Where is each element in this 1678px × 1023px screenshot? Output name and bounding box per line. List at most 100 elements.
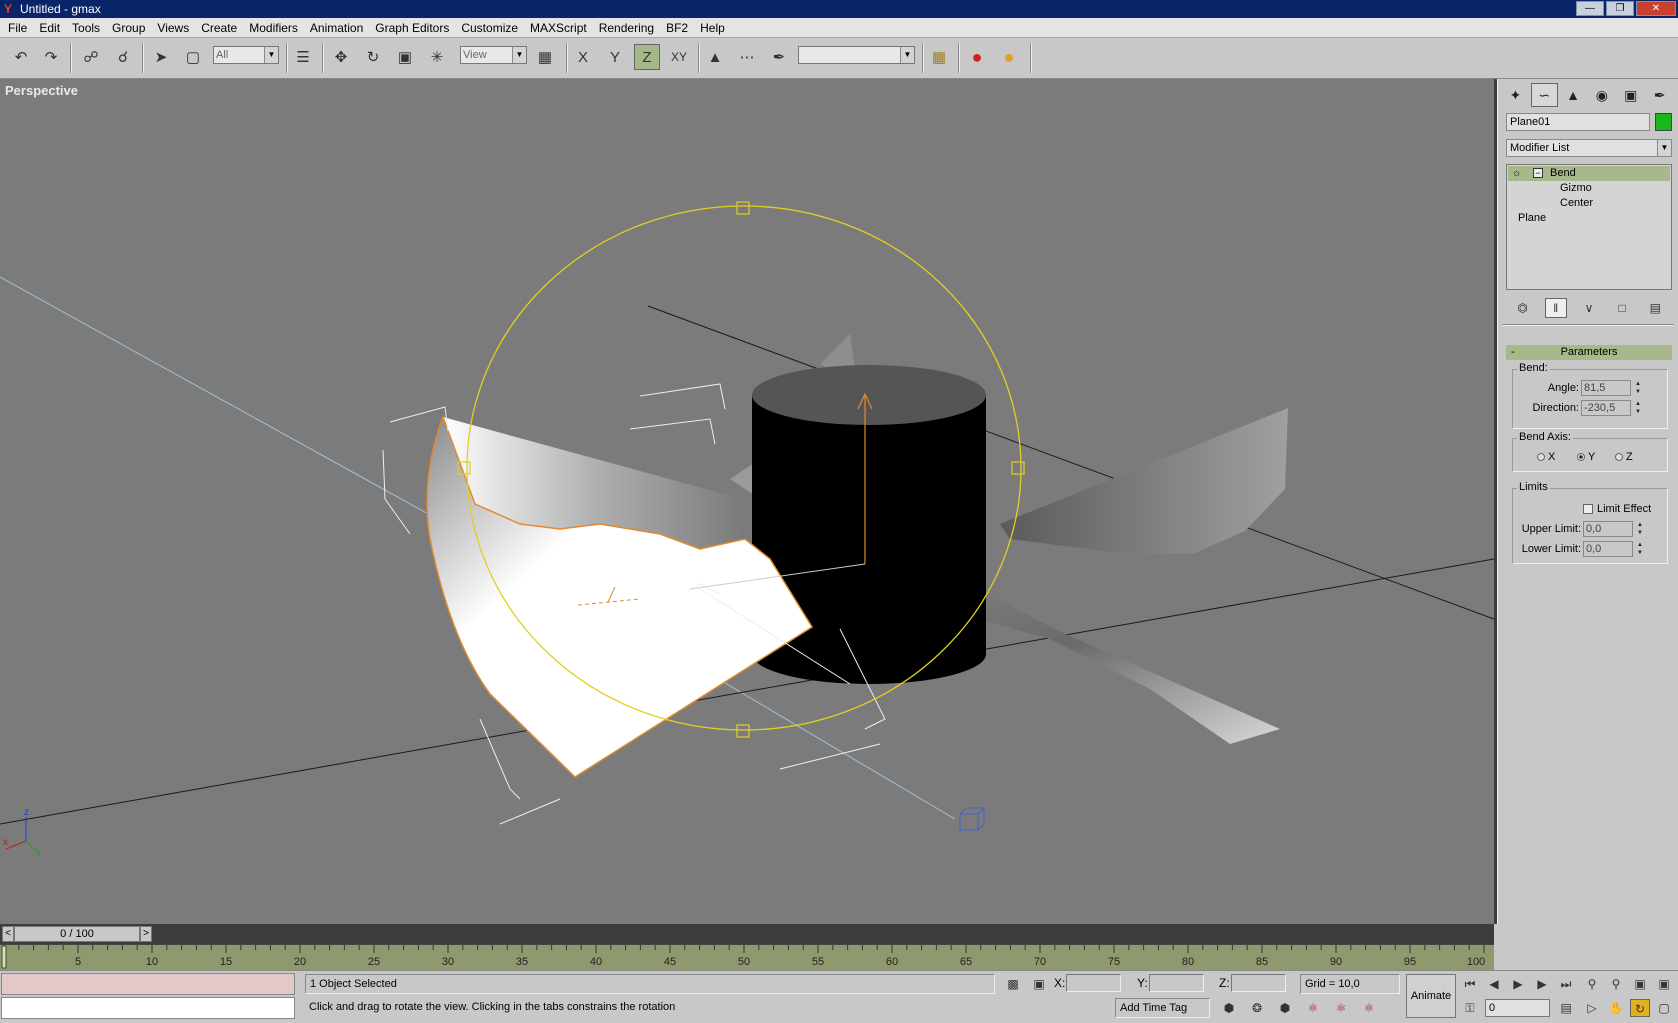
named-selection-dropdown[interactable]: ▼ (798, 46, 915, 64)
collapse-icon[interactable]: − (1533, 168, 1543, 178)
axis-z-radio[interactable]: Z (1615, 451, 1633, 463)
x-coord-field[interactable] (1066, 974, 1121, 992)
stack-item-center[interactable]: Center (1508, 196, 1670, 211)
rectangular-region-icon[interactable]: ▢ (180, 44, 206, 70)
select-and-scale-icon[interactable]: ▣ (392, 44, 418, 70)
menu-tools[interactable]: Tools (66, 19, 106, 37)
align-icon[interactable]: ✒ (766, 44, 792, 70)
redo-icon[interactable]: ↷ (38, 44, 64, 70)
angle-spinner-field[interactable]: 81,5 (1581, 380, 1631, 396)
lower-limit-spinner-arrows[interactable]: ▲ ▼ (1635, 541, 1645, 557)
menu-maxscript[interactable]: MAXScript (524, 19, 593, 37)
menu-edit[interactable]: Edit (33, 19, 66, 37)
menu-views[interactable]: Views (151, 19, 195, 37)
menu-rendering[interactable]: Rendering (593, 19, 660, 37)
quick-render-icon[interactable]: ● (996, 44, 1022, 70)
make-unique-icon[interactable]: ∨ (1578, 298, 1600, 318)
lower-limit-field[interactable]: 0,0 (1583, 541, 1633, 557)
field-of-view-icon[interactable]: ▷ (1582, 999, 1602, 1017)
object-name-field[interactable]: Plane01 (1506, 113, 1650, 131)
next-frame-icon[interactable]: ▶ (1532, 975, 1552, 993)
zoom-all-icon[interactable]: ⚲ (1606, 975, 1626, 993)
render-teapot-icon[interactable]: ● (964, 44, 990, 70)
viewport-label[interactable]: Perspective (5, 83, 78, 98)
use-pivot-center-icon[interactable]: ▦ (532, 44, 558, 70)
zoom-extents-icon[interactable]: ▣ (1630, 975, 1650, 993)
limit-effect-checkbox[interactable]: Limit Effect (1583, 503, 1651, 515)
motion-tab-icon[interactable]: ◉ (1588, 83, 1615, 107)
zoom-icon[interactable]: ⚲ (1582, 975, 1602, 993)
restrict-xy-button[interactable]: XY (666, 44, 692, 70)
zoom-extents-all-icon[interactable]: ▣ (1654, 975, 1674, 993)
previous-frame-icon[interactable]: ◀ (1484, 975, 1504, 993)
current-frame-field[interactable]: 0 (1485, 999, 1550, 1017)
min-max-toggle-icon[interactable]: ▢ (1654, 999, 1674, 1017)
menu-animation[interactable]: Animation (304, 19, 369, 37)
upper-limit-spinner-arrows[interactable]: ▲ ▼ (1635, 521, 1645, 537)
direction-spinner-field[interactable]: -230,5 (1581, 400, 1631, 416)
parameters-rollout-header[interactable]: - Parameters (1506, 345, 1672, 360)
close-button[interactable]: ✕ (1636, 1, 1676, 16)
time-slider-next[interactable]: > (140, 926, 152, 942)
maximize-button[interactable]: ❐ (1606, 1, 1634, 16)
edit-named-selection-icon[interactable]: ⚛ (1359, 999, 1379, 1017)
configure-sets-icon[interactable]: ▤ (1644, 298, 1666, 318)
key-mode-icon[interactable]: ⚿ (1460, 999, 1480, 1017)
z-coord-field[interactable] (1231, 974, 1286, 992)
create-tab-icon[interactable]: ✦ (1502, 83, 1529, 107)
restrict-z-button[interactable]: Z (634, 44, 660, 70)
menu-file[interactable]: File (2, 19, 33, 37)
menu-customize[interactable]: Customize (455, 19, 524, 37)
upper-limit-field[interactable]: 0,0 (1583, 521, 1633, 537)
play-icon[interactable]: ▶ (1508, 975, 1528, 993)
time-configuration-icon[interactable]: ▤ (1556, 999, 1576, 1017)
restrict-y-button[interactable]: Y (602, 44, 628, 70)
array-icon[interactable]: ⋯ (734, 44, 760, 70)
axis-y-radio[interactable]: Y (1577, 451, 1595, 463)
select-by-name-icon[interactable]: ☰ (290, 44, 316, 70)
perspective-viewport[interactable]: z x y Perspective (0, 79, 1494, 924)
hierarchy-tab-icon[interactable]: ▲ (1560, 83, 1587, 107)
menu-bf2[interactable]: BF2 (660, 19, 694, 37)
percent-snap-icon[interactable]: ⚛ (1303, 999, 1323, 1017)
maxscript-listener-output[interactable] (1, 973, 295, 995)
maxscript-listener-input[interactable] (1, 997, 295, 1019)
stack-item-bend[interactable]: ☼ − Bend (1508, 166, 1670, 181)
remove-modifier-icon[interactable]: □ (1611, 298, 1633, 318)
select-and-link-icon[interactable]: ☍ (78, 44, 104, 70)
menu-group[interactable]: Group (106, 19, 151, 37)
menu-modifiers[interactable]: Modifiers (243, 19, 304, 37)
display-tab-icon[interactable]: ▣ (1617, 83, 1644, 107)
object-color-swatch[interactable] (1655, 113, 1672, 131)
menu-graph-editors[interactable]: Graph Editors (369, 19, 455, 37)
go-to-end-icon[interactable]: ⏭ (1556, 975, 1576, 993)
modifier-list-dropdown[interactable]: Modifier List ▼ (1506, 139, 1672, 157)
undo-icon[interactable]: ↶ (8, 44, 34, 70)
select-object-icon[interactable]: ➤ (148, 44, 174, 70)
absolute-mode-icon[interactable]: ▣ (1030, 975, 1048, 993)
time-slider-thumb[interactable]: 0 / 100 (14, 926, 140, 942)
minimize-button[interactable]: — (1576, 1, 1604, 16)
select-and-move-icon[interactable]: ✥ (328, 44, 354, 70)
spinner-snap-icon[interactable]: ⚛ (1331, 999, 1351, 1017)
stack-item-gizmo[interactable]: Gizmo (1508, 181, 1670, 196)
angle-snap-icon[interactable]: ⬢ (1275, 999, 1295, 1017)
track-bar[interactable]: 5 10 15 20 25 30 35 40 45 50 55 60 65 70 75 80 85 90 95 100 (0, 944, 1494, 970)
arc-rotate-icon[interactable]: ↻ (1630, 999, 1650, 1017)
add-time-tag-button[interactable]: Add Time Tag (1115, 998, 1210, 1018)
selection-filter-dropdown[interactable]: All ▼ (213, 46, 279, 64)
y-coord-field[interactable] (1149, 974, 1204, 992)
pan-icon[interactable]: ✋ (1606, 999, 1626, 1017)
snaps-icon[interactable]: ❂ (1247, 999, 1267, 1017)
lock-selection-icon[interactable]: ▩ (1004, 975, 1022, 993)
stack-item-plane[interactable]: Plane (1508, 211, 1670, 226)
go-to-start-icon[interactable]: ⏮ (1460, 975, 1480, 993)
pivot-center-icon[interactable]: ✳ (424, 44, 450, 70)
degradation-override-icon[interactable]: ⬢ (1219, 999, 1239, 1017)
time-slider[interactable]: < 0 / 100 > (0, 924, 1494, 944)
unlink-icon[interactable]: ☌ (110, 44, 136, 70)
modify-tab-icon[interactable]: ∽ (1530, 83, 1558, 107)
angle-spinner-arrows[interactable]: ▲ ▼ (1633, 380, 1643, 396)
lightbulb-icon[interactable]: ☼ (1512, 166, 1521, 181)
direction-spinner-arrows[interactable]: ▲ ▼ (1633, 400, 1643, 416)
